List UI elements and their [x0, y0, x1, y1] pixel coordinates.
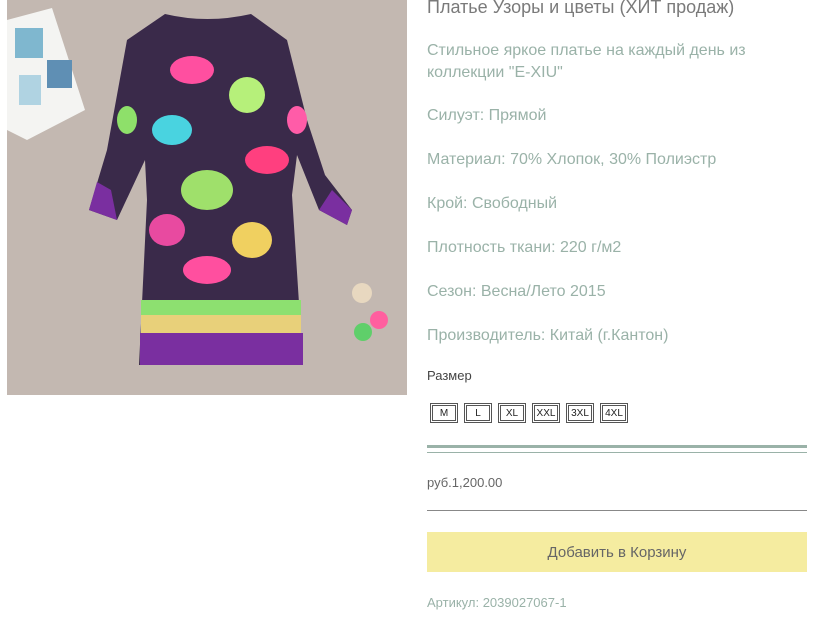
- add-to-cart-button[interactable]: Добавить в Корзину: [427, 532, 807, 572]
- size-option-label: L: [466, 405, 490, 421]
- size-label: Размер: [427, 368, 472, 383]
- spec-cut: Крой: Свободный: [427, 195, 558, 212]
- size-option-l[interactable]: L: [464, 403, 492, 423]
- spec-material: Материал: 70% Хлопок, 30% Полиэстр: [427, 151, 717, 168]
- size-option-4xl[interactable]: 4XL: [600, 403, 628, 423]
- size-option-label: XXL: [534, 405, 558, 421]
- product-title: Платье Узоры и цветы (ХИТ продаж): [427, 0, 735, 17]
- size-option-label: 4XL: [602, 405, 626, 421]
- size-selector: M L XL XXL 3XL 4XL: [430, 403, 630, 423]
- size-option-xxl[interactable]: XXL: [532, 403, 560, 423]
- divider: [427, 510, 807, 511]
- divider: [427, 452, 807, 453]
- size-option-label: 3XL: [568, 405, 592, 421]
- product-photo[interactable]: [7, 0, 407, 395]
- spec-season: Сезон: Весна/Лето 2015: [427, 283, 606, 300]
- size-option-m[interactable]: M: [430, 403, 458, 423]
- size-option-3xl[interactable]: 3XL: [566, 403, 594, 423]
- product-sku: Артикул: 2039027067-1: [427, 595, 567, 610]
- spec-density: Плотность ткани: 220 г/м2: [427, 239, 622, 256]
- product-description: Стильное яркое платье на каждый день из …: [427, 42, 746, 81]
- dress-image: [7, 0, 407, 395]
- size-option-label: XL: [500, 405, 524, 421]
- spec-silhouette: Силуэт: Прямой: [427, 107, 547, 124]
- size-option-xl[interactable]: XL: [498, 403, 526, 423]
- divider: [427, 445, 807, 448]
- spec-manufacturer: Производитель: Китай (г.Кантон): [427, 327, 669, 344]
- size-option-label: M: [432, 405, 456, 421]
- product-price: руб.1,200.00: [427, 475, 503, 490]
